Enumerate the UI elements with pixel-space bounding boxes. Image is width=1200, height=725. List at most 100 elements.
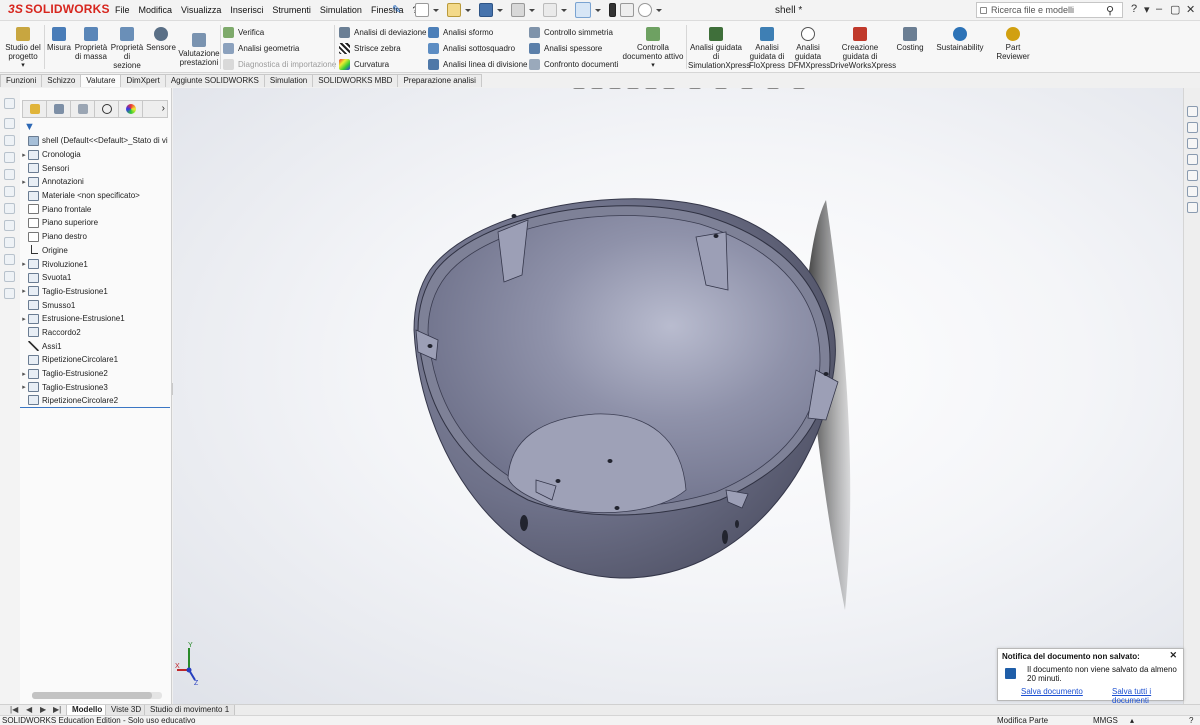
tree-item[interactable]: ▸ Estrusione-Estrusione1 bbox=[20, 312, 172, 326]
print-icon[interactable] bbox=[511, 3, 525, 17]
expand-arrow-icon[interactable]: ▸ bbox=[20, 370, 28, 378]
pin-icon[interactable]: ✎ bbox=[392, 3, 402, 16]
edit-appearance-icon[interactable] bbox=[741, 88, 753, 89]
graphics-area[interactable]: –▢✕ Y X Z bbox=[173, 88, 1183, 704]
search-input[interactable]: Ricerca file e modelli ⚲ bbox=[976, 2, 1123, 18]
scrollbar-thumb[interactable] bbox=[32, 692, 152, 699]
draft-analysis-button[interactable]: Analisi sformo bbox=[428, 27, 493, 38]
help-icon[interactable]: ? bbox=[1131, 3, 1137, 15]
restore-icon[interactable]: ▢ bbox=[1170, 3, 1180, 16]
chevron-down-icon[interactable] bbox=[497, 8, 503, 12]
tab-features[interactable]: Funzioni bbox=[0, 74, 43, 87]
design-study-button[interactable]: Studio del progetto ▾ bbox=[4, 27, 42, 70]
chevron-right-icon[interactable]: › bbox=[162, 103, 165, 114]
undercut-analysis-button[interactable]: Analisi sottosquadro bbox=[428, 43, 515, 54]
undo-icon[interactable] bbox=[543, 3, 557, 17]
tree-item[interactable]: Raccordo2 bbox=[20, 326, 172, 340]
next-tab-icon[interactable]: ▶ bbox=[40, 705, 46, 714]
tree-item[interactable]: RipetizioneCircolare1 bbox=[20, 353, 172, 367]
viewport-window-controls[interactable]: –▢✕ bbox=[1134, 88, 1175, 89]
tab-addins[interactable]: Aggiunte SOLIDWORKS bbox=[164, 74, 265, 87]
compare-documents-button[interactable]: Confronto documenti bbox=[529, 59, 618, 70]
custom-properties-icon[interactable] bbox=[1187, 202, 1198, 213]
driveworksxpress-button[interactable]: Creazione guidata di DriveWorksXpress bbox=[830, 27, 896, 70]
toolbar-icon[interactable] bbox=[4, 98, 15, 109]
chevron-down-icon[interactable]: ▾ bbox=[622, 61, 684, 70]
home-icon[interactable] bbox=[1187, 106, 1198, 117]
check-active-document-button[interactable]: Controlla documento attivo ▾ bbox=[622, 27, 684, 70]
tab-property-manager[interactable] bbox=[47, 101, 71, 117]
tab-display-manager[interactable] bbox=[119, 101, 143, 117]
costing-button[interactable]: Costing bbox=[894, 27, 926, 52]
units-chevron-icon[interactable]: ▴ bbox=[1130, 716, 1134, 725]
close-icon[interactable]: ✕ bbox=[1186, 3, 1195, 16]
tab-mbd[interactable]: SOLIDWORKS MBD bbox=[312, 74, 399, 87]
menu-insert[interactable]: Inserisci bbox=[230, 5, 263, 15]
tree-item[interactable]: ▸ Cronologia bbox=[20, 148, 172, 162]
zebra-stripes-button[interactable]: Strisce zebra bbox=[339, 43, 401, 54]
toolbar-icon[interactable] bbox=[4, 254, 15, 265]
expand-arrow-icon[interactable]: ▸ bbox=[20, 178, 28, 186]
mass-properties-button[interactable]: Proprietà di massa bbox=[74, 27, 108, 61]
tree-item[interactable]: ▸ Taglio-Estrusione1 bbox=[20, 285, 172, 299]
expand-arrow-icon[interactable]: ▸ bbox=[20, 151, 28, 159]
chevron-down-icon[interactable] bbox=[465, 8, 471, 12]
view-palette-icon[interactable] bbox=[1187, 170, 1198, 181]
search-scope-icon[interactable] bbox=[980, 7, 987, 14]
tree-item[interactable]: Piano destro bbox=[20, 230, 172, 244]
section-view-icon[interactable] bbox=[627, 88, 639, 89]
expand-arrow-icon[interactable]: ▸ bbox=[20, 260, 28, 268]
view-settings-icon[interactable] bbox=[793, 88, 805, 89]
shell-model[interactable] bbox=[173, 88, 1183, 704]
toolbar-icon[interactable] bbox=[4, 186, 15, 197]
minimize-icon[interactable]: – bbox=[1156, 3, 1162, 15]
save-document-link[interactable]: Salva documento bbox=[1021, 687, 1083, 696]
tree-item[interactable]: Origine bbox=[20, 244, 172, 258]
tab-analysis-preparation[interactable]: Preparazione analisi bbox=[397, 74, 482, 87]
apply-scene-icon[interactable] bbox=[767, 88, 779, 89]
tree-item[interactable]: ▸ Annotazioni bbox=[20, 175, 172, 189]
hide-show-items-icon[interactable] bbox=[715, 88, 727, 89]
previous-tab-icon[interactable]: ◀ bbox=[26, 705, 32, 714]
units-text[interactable]: MMGS bbox=[1093, 716, 1118, 725]
solidworks-logo[interactable]: 3S SOLIDWORKS bbox=[8, 2, 110, 16]
part-reviewer-button[interactable]: Part Reviewer bbox=[995, 27, 1031, 61]
toolbar-icon[interactable] bbox=[4, 118, 15, 129]
filter-icon[interactable]: ▼ bbox=[24, 121, 35, 133]
help-chevron-icon[interactable]: ▾ bbox=[1144, 3, 1150, 16]
tab-simulation[interactable]: Simulation bbox=[263, 74, 314, 87]
toolbar-icon[interactable] bbox=[4, 169, 15, 180]
search-icon[interactable]: ⚲ bbox=[1106, 4, 1114, 17]
tree-item[interactable]: ▸ Taglio-Estrusione2 bbox=[20, 367, 172, 381]
thickness-analysis-button[interactable]: Analisi spessore bbox=[529, 43, 602, 54]
tree-item[interactable]: Svuota1 bbox=[20, 271, 172, 285]
tree-item[interactable]: shell (Default<<Default>_Stato di vi bbox=[20, 134, 172, 148]
chevron-down-icon[interactable] bbox=[561, 8, 567, 12]
previous-view-icon[interactable] bbox=[609, 88, 621, 89]
design-library-icon[interactable] bbox=[1187, 138, 1198, 149]
tree-item[interactable]: ▸ Rivoluzione1 bbox=[20, 257, 172, 271]
tree-item[interactable]: Sensori bbox=[20, 161, 172, 175]
tab-configuration-manager[interactable] bbox=[71, 101, 95, 117]
tree-item[interactable]: Materiale <non specificato> bbox=[20, 189, 172, 203]
close-icon[interactable]: ✕ bbox=[1169, 650, 1177, 661]
options-gear-icon[interactable] bbox=[638, 3, 652, 17]
sustainability-button[interactable]: Sustainability bbox=[935, 27, 985, 52]
symmetry-check-button[interactable]: Controllo simmetria bbox=[529, 27, 613, 38]
zoom-to-fit-icon[interactable] bbox=[573, 88, 585, 89]
chevron-down-icon[interactable] bbox=[433, 8, 439, 12]
deviation-analysis-button[interactable]: Analisi di deviazione bbox=[339, 27, 427, 38]
chevron-down-icon[interactable] bbox=[656, 8, 662, 12]
traffic-light-icon[interactable] bbox=[609, 3, 616, 17]
simulationxpress-button[interactable]: Analisi guidata di SimulationXpress bbox=[688, 27, 750, 70]
first-tab-icon[interactable]: |◀ bbox=[10, 705, 18, 714]
toolbar-icon[interactable] bbox=[4, 152, 15, 163]
help-status-icon[interactable]: ? bbox=[1189, 716, 1193, 725]
toolbar-icon[interactable] bbox=[4, 237, 15, 248]
save-icon[interactable] bbox=[479, 3, 493, 17]
performance-evaluation-button[interactable]: Valutazione prestazioni bbox=[178, 33, 220, 67]
tab-feature-manager[interactable] bbox=[23, 101, 47, 117]
tree-item[interactable]: ▸ Taglio-Estrusione3 bbox=[20, 380, 172, 394]
tree-item[interactable]: RipetizioneCircolare2 bbox=[20, 394, 170, 408]
import-diagnostics-button[interactable]: Diagnostica di importazione bbox=[223, 59, 336, 70]
